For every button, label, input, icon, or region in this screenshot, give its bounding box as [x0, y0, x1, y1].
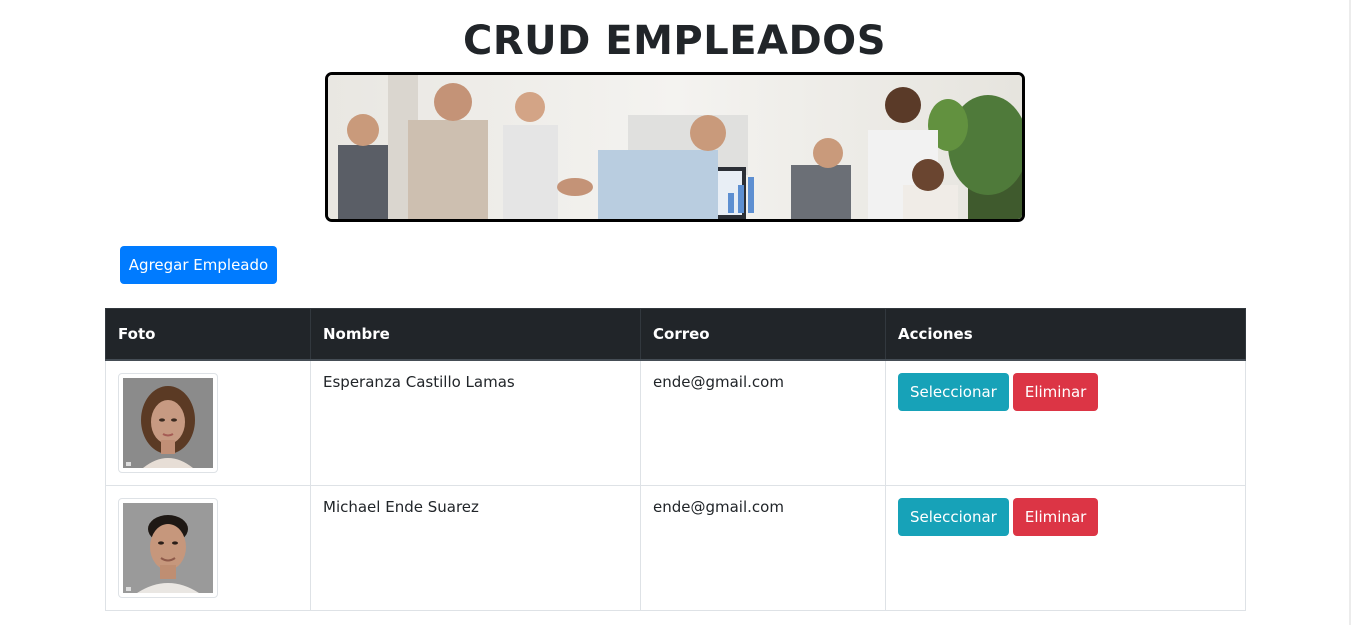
header-acciones: Acciones [885, 308, 1246, 361]
employee-email: ende@gmail.com [640, 485, 886, 611]
employee-name: Michael Ende Suarez [310, 485, 641, 611]
employee-photo [118, 373, 218, 473]
woman-portrait-icon [123, 378, 213, 468]
employees-table: Foto Nombre Correo Acciones Esperanza Ca… [105, 308, 1246, 611]
delete-button[interactable]: Eliminar [1012, 373, 1099, 411]
banner-image [325, 72, 1025, 222]
add-employee-button[interactable]: Agregar Empleado [120, 246, 277, 284]
delete-button[interactable]: Eliminar [1012, 498, 1099, 536]
employee-email: ende@gmail.com [640, 359, 886, 486]
table-row: Esperanza Castillo Lamas ende@gmail.com … [105, 359, 1246, 486]
actions-cell: Seleccionar Eliminar [885, 359, 1246, 486]
photo-cell [105, 485, 311, 611]
employee-photo [118, 498, 218, 598]
photo-cell [105, 359, 311, 486]
select-button[interactable]: Seleccionar [898, 498, 1009, 536]
header-foto: Foto [105, 308, 311, 361]
page-title: CRUD EMPLEADOS [463, 18, 886, 64]
header-nombre: Nombre [310, 308, 641, 361]
man-portrait-icon [123, 503, 213, 593]
employee-name: Esperanza Castillo Lamas [310, 359, 641, 486]
actions-cell: Seleccionar Eliminar [885, 485, 1246, 611]
table-row: Michael Ende Suarez ende@gmail.com Selec… [105, 485, 1246, 611]
table-header-row: Foto Nombre Correo Acciones [105, 308, 1246, 361]
header-correo: Correo [640, 308, 886, 361]
select-button[interactable]: Seleccionar [898, 373, 1009, 411]
